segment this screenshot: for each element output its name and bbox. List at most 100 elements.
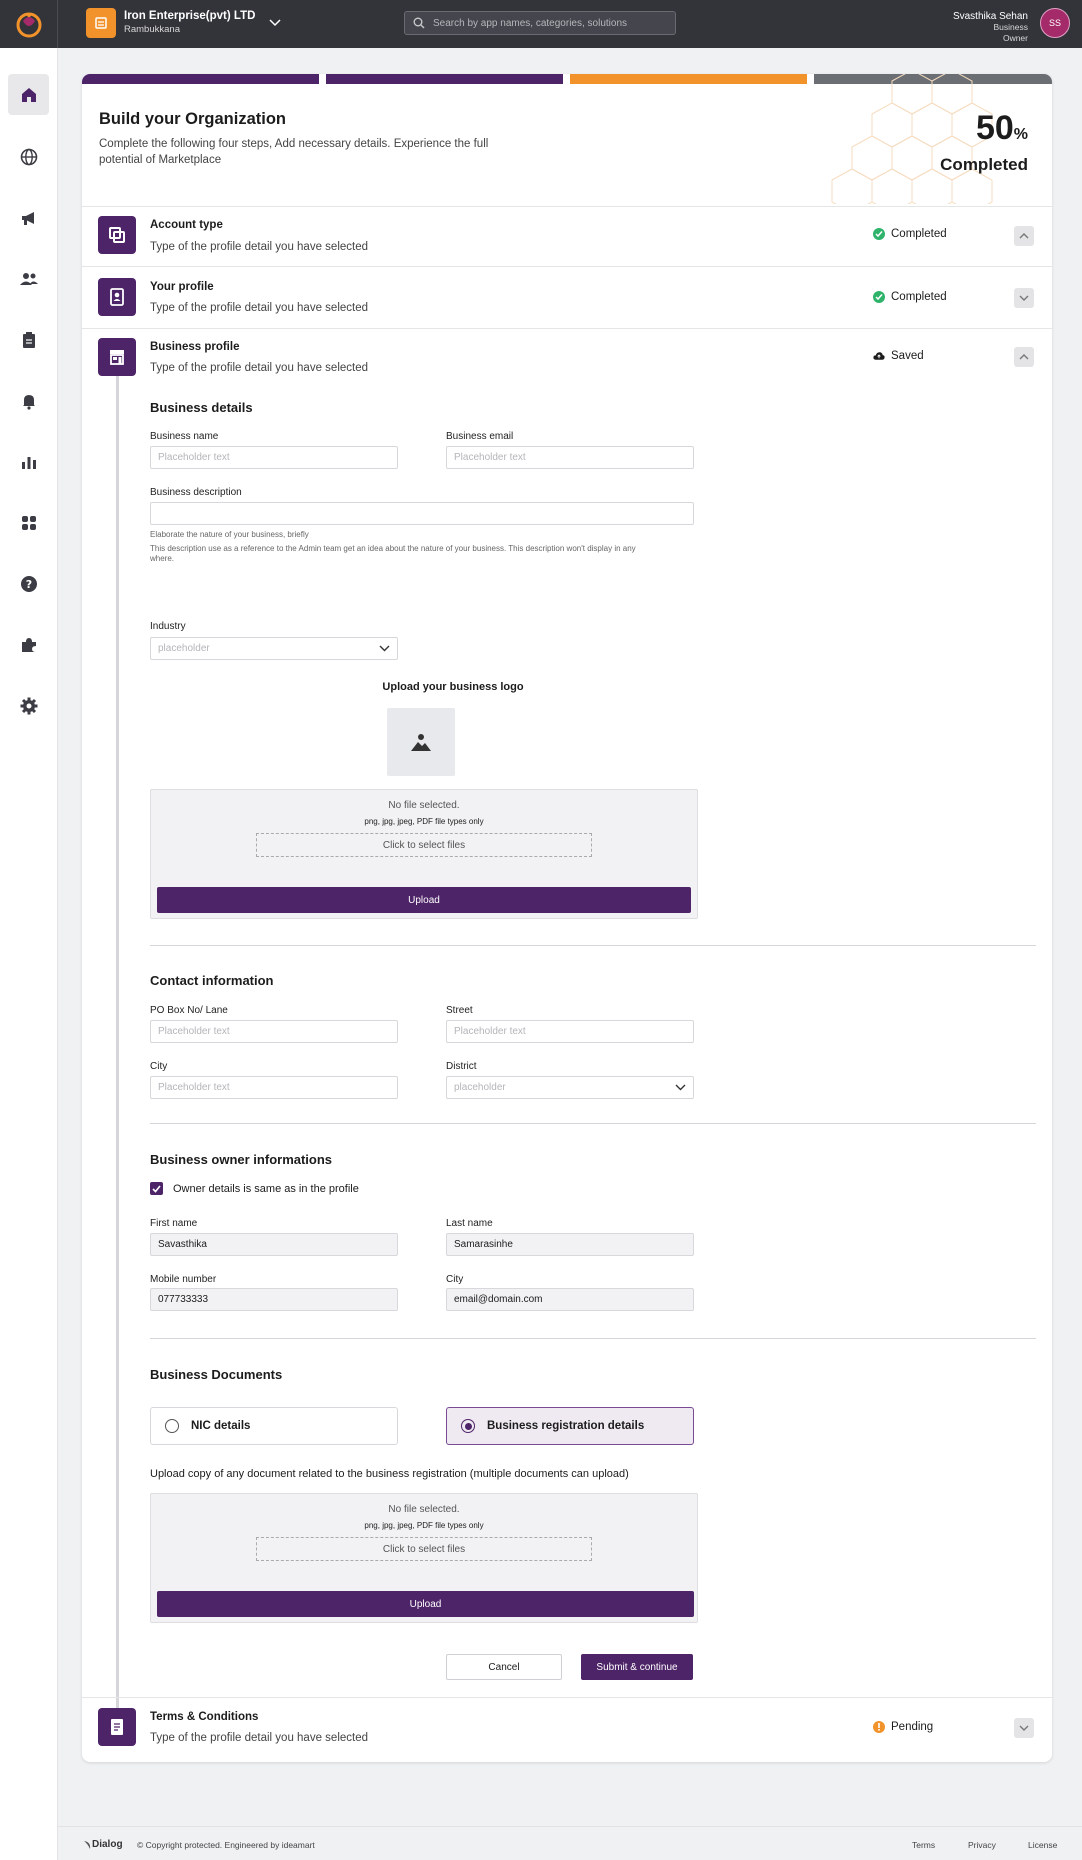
step-subtitle-account-type: Type of the profile detail you have sele…	[150, 241, 369, 253]
sidebar-item-analytics[interactable]	[8, 441, 49, 482]
street-input[interactable]: Placeholder text	[446, 1020, 694, 1043]
business-email-input[interactable]: Placeholder text	[446, 446, 694, 469]
no-file-text: No file selected.	[388, 1504, 460, 1515]
nic-details-option[interactable]: NIC details	[150, 1407, 398, 1445]
home-icon	[21, 87, 36, 102]
sidebar-item-integrations[interactable]	[8, 624, 49, 665]
collapse-button-business-profile[interactable]	[1014, 347, 1034, 367]
contact-city-input[interactable]: Placeholder text	[150, 1076, 398, 1099]
app-logo[interactable]	[0, 0, 58, 48]
business-description-input[interactable]	[150, 502, 694, 525]
user-role-line2: Owner	[1002, 33, 1028, 43]
svg-text:?: ?	[25, 578, 31, 591]
cancel-button[interactable]: Cancel	[446, 1654, 562, 1680]
step-icon-business-profile	[98, 338, 136, 376]
search-input[interactable]: Search by app names, categories, solutio…	[404, 11, 676, 35]
completion-percent: 50	[975, 109, 1014, 147]
status-badge-terms: Pending	[873, 1721, 933, 1733]
section-divider	[150, 945, 1036, 946]
step-icon-your-profile	[98, 278, 136, 316]
layers-icon	[109, 227, 125, 243]
org-switcher[interactable]: Iron Enterprise(pvt) LTD Rambukkana	[86, 8, 281, 38]
chevron-up-icon	[1019, 233, 1029, 239]
footer-brand-text: Dialog	[92, 1839, 123, 1850]
divider	[82, 206, 1052, 207]
footer-link-terms[interactable]: Terms	[912, 1840, 935, 1850]
logo-preview	[387, 708, 455, 776]
top-bar: Iron Enterprise(pvt) LTD Rambukkana Sear…	[0, 0, 1082, 48]
onboarding-card: Build your Organization Complete the fol…	[82, 74, 1052, 1762]
business-name-input[interactable]: Placeholder text	[150, 446, 398, 469]
business-name-label: Business name	[150, 431, 219, 442]
sidebar-item-home[interactable]	[8, 74, 49, 115]
step-title-terms: Terms & Conditions	[150, 1711, 259, 1723]
page-description: Complete the following four steps, Add n…	[99, 138, 489, 166]
apps-icon	[21, 515, 36, 530]
status-text: Completed	[891, 291, 947, 303]
sidebar-item-globe[interactable]	[8, 136, 49, 177]
checkmark-icon	[150, 1182, 163, 1195]
footer: Dialog © Copyright protected. Engineered…	[58, 1826, 1082, 1860]
sidebar-item-settings[interactable]	[8, 685, 49, 726]
sidebar-item-help[interactable]: ?	[8, 563, 49, 604]
step-title-business-profile: Business profile	[150, 341, 240, 353]
select-files-button[interactable]: Click to select files	[256, 1537, 592, 1561]
divider	[82, 266, 1052, 267]
status-badge-business-profile: Saved	[873, 350, 924, 362]
footer-link-license[interactable]: License	[1028, 1840, 1057, 1850]
po-box-input[interactable]: Placeholder text	[150, 1020, 398, 1043]
sidebar-item-campaigns[interactable]	[8, 197, 49, 238]
submit-continue-button[interactable]: Submit & continue	[581, 1654, 693, 1680]
expand-button-your-profile[interactable]	[1014, 288, 1034, 308]
documents-upload-button[interactable]: Upload	[157, 1591, 694, 1617]
same-as-profile-checkbox[interactable]: Owner details is same as in the profile	[150, 1182, 359, 1195]
industry-label: Industry	[150, 621, 186, 632]
step-title-your-profile: Your profile	[150, 281, 214, 293]
section-title-contact: Contact information	[150, 973, 274, 988]
chevron-down-icon	[675, 1084, 686, 1091]
bell-icon	[22, 394, 35, 410]
mobile-number-input[interactable]: 077733333	[150, 1288, 398, 1311]
avatar[interactable]: SS	[1040, 8, 1070, 38]
sidebar-item-users[interactable]	[8, 258, 49, 299]
nic-details-label: NIC details	[191, 1420, 251, 1432]
sidebar-item-reports[interactable]	[8, 319, 49, 360]
last-name-input[interactable]: Samarasinhe	[446, 1233, 694, 1256]
footer-link-privacy[interactable]: Privacy	[968, 1840, 996, 1850]
chevron-down-icon	[269, 19, 281, 27]
status-badge-your-profile: Completed	[873, 291, 947, 303]
step-icon-terms	[98, 1708, 136, 1746]
sidebar-item-notifications[interactable]	[8, 380, 49, 421]
radio-unselected-icon	[165, 1419, 179, 1433]
section-title-documents: Business Documents	[150, 1367, 283, 1382]
org-location: Rambukkana	[124, 24, 180, 35]
industry-select[interactable]: placeholder	[150, 637, 398, 660]
settings-icon	[20, 697, 37, 714]
file-types-text: png, jpg, jpeg, PDF file types only	[364, 1521, 484, 1530]
district-select[interactable]: placeholder	[446, 1076, 694, 1099]
step-subtitle-business-profile: Type of the profile detail you have sele…	[150, 362, 369, 374]
page-title: Build your Organization	[99, 110, 287, 128]
owner-city-input[interactable]: email@domain.com	[446, 1288, 694, 1311]
step-timeline	[116, 376, 119, 1716]
expand-button-terms[interactable]	[1014, 1718, 1034, 1738]
select-files-button[interactable]: Click to select files	[256, 833, 592, 857]
logo-upload-button[interactable]: Upload	[157, 887, 691, 913]
search-icon	[413, 17, 425, 29]
business-registration-label: Business registration details	[487, 1420, 645, 1432]
business-registration-option[interactable]: Business registration details	[446, 1407, 694, 1445]
sidebar-item-apps[interactable]	[8, 502, 49, 543]
cloud-icon	[873, 350, 885, 362]
chevron-down-icon	[1019, 1725, 1029, 1731]
documents-dropzone[interactable]: No file selected. png, jpg, jpeg, PDF fi…	[150, 1493, 698, 1623]
documents-upload-note: Upload copy of any document related to t…	[150, 1468, 629, 1480]
org-name: Iron Enterprise(pvt) LTD	[124, 10, 256, 22]
first-name-input[interactable]: Savasthika	[150, 1233, 398, 1256]
collapse-button-account-type[interactable]	[1014, 226, 1034, 246]
users-icon	[19, 272, 38, 285]
chevron-down-icon	[1019, 295, 1029, 301]
logo-dropzone[interactable]: No file selected. png, jpg, jpeg, PDF fi…	[150, 789, 698, 919]
po-box-label: PO Box No/ Lane	[150, 1005, 228, 1016]
divider	[82, 328, 1052, 329]
megaphone-icon	[21, 211, 34, 225]
